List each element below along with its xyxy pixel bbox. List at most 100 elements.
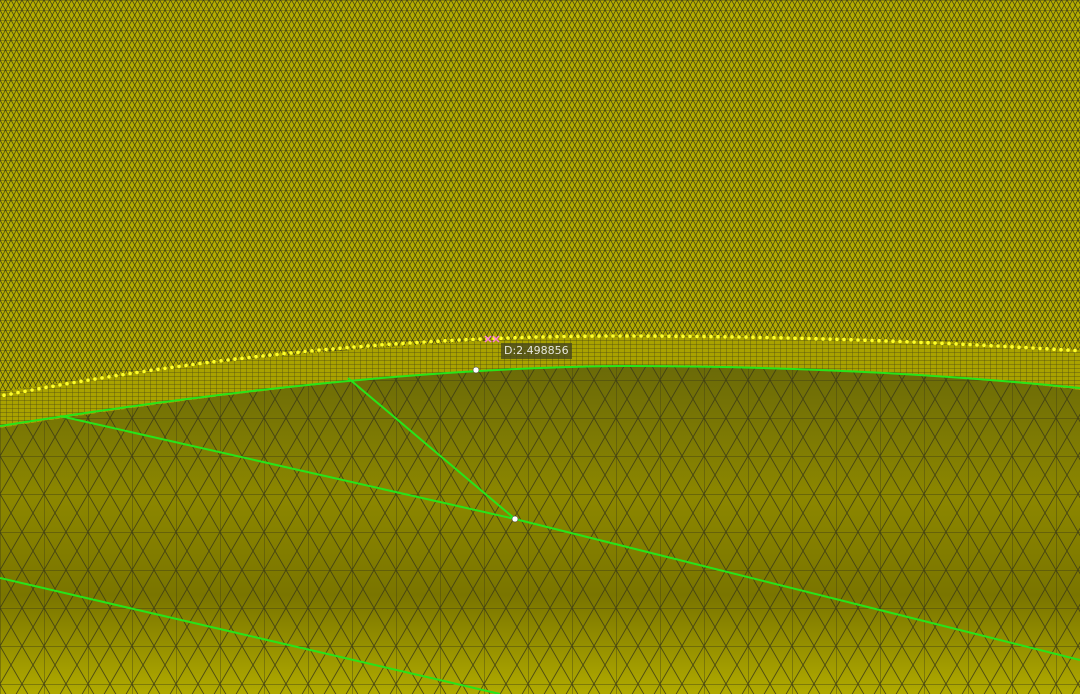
node-marker xyxy=(877,338,881,343)
node-marker xyxy=(212,359,216,364)
node-marker xyxy=(191,362,195,367)
node-marker xyxy=(884,339,888,343)
node-marker xyxy=(9,392,13,396)
node-marker xyxy=(933,341,937,345)
distance-measurement-label: D:2.498856 xyxy=(501,343,572,359)
node-marker xyxy=(709,334,713,339)
node-marker xyxy=(688,334,692,339)
node-marker xyxy=(863,338,867,343)
node-marker xyxy=(569,334,573,339)
node-marker xyxy=(632,334,636,338)
node-marker xyxy=(520,335,524,340)
node-marker xyxy=(44,385,48,390)
node-marker xyxy=(996,344,1000,348)
node-marker xyxy=(653,334,657,338)
node-marker xyxy=(639,334,643,338)
node-marker xyxy=(338,346,342,351)
node-marker xyxy=(541,335,545,339)
vertex-point-top[interactable] xyxy=(472,366,480,374)
node-marker xyxy=(443,339,447,343)
node-marker xyxy=(926,340,930,345)
node-marker xyxy=(226,358,230,362)
node-marker xyxy=(821,337,825,341)
node-marker xyxy=(107,375,111,379)
node-marker xyxy=(464,337,468,342)
node-marker xyxy=(37,386,41,391)
node-marker xyxy=(912,340,916,344)
node-marker xyxy=(618,334,622,338)
node-marker xyxy=(744,335,748,339)
node-marker xyxy=(65,381,69,386)
node-marker xyxy=(548,335,552,339)
node-marker xyxy=(765,335,769,340)
node-marker xyxy=(1073,348,1077,353)
node-marker xyxy=(296,350,300,355)
vertex-point-junction[interactable] xyxy=(511,515,519,523)
node-marker xyxy=(247,355,251,360)
node-marker xyxy=(1045,347,1049,351)
node-marker xyxy=(93,377,97,381)
node-marker xyxy=(254,354,258,359)
node-marker xyxy=(499,336,503,341)
node-marker xyxy=(723,335,727,339)
node-marker xyxy=(408,341,412,345)
node-marker xyxy=(604,334,608,338)
node-marker xyxy=(597,334,601,338)
node-marker xyxy=(968,342,972,347)
node-marker xyxy=(646,334,650,338)
node-marker xyxy=(590,334,594,338)
node-marker xyxy=(828,337,832,341)
node-marker xyxy=(30,388,34,392)
node-marker xyxy=(786,336,790,340)
node-marker xyxy=(835,337,839,342)
node-marker xyxy=(1031,346,1035,350)
node-marker xyxy=(100,376,104,380)
node-marker xyxy=(667,334,671,339)
node-marker xyxy=(1059,347,1063,352)
node-marker xyxy=(611,334,615,338)
node-marker xyxy=(51,384,55,389)
node-marker xyxy=(730,335,734,339)
lower-mesh-surface xyxy=(0,366,1080,694)
node-marker xyxy=(975,343,979,347)
node-marker xyxy=(177,364,181,369)
node-marker xyxy=(79,379,83,384)
node-marker xyxy=(142,369,146,374)
node-marker xyxy=(373,343,377,348)
node-marker xyxy=(457,338,461,342)
node-marker xyxy=(72,380,76,385)
node-marker xyxy=(282,351,286,356)
node-marker xyxy=(233,357,237,361)
node-marker xyxy=(16,390,20,395)
node-marker xyxy=(961,342,965,347)
node-marker xyxy=(695,334,699,339)
node-marker xyxy=(415,340,419,345)
node-marker xyxy=(436,339,440,344)
node-marker xyxy=(394,342,398,346)
node-marker xyxy=(170,365,174,370)
node-marker xyxy=(807,336,811,341)
node-marker xyxy=(114,373,118,378)
node-marker xyxy=(954,342,958,346)
node-marker xyxy=(905,340,909,344)
node-marker xyxy=(198,361,202,366)
node-marker xyxy=(702,334,706,339)
node-marker xyxy=(317,348,321,352)
node-marker xyxy=(919,340,923,345)
node-marker xyxy=(1066,348,1070,352)
node-marker xyxy=(268,353,272,357)
node-marker xyxy=(737,335,741,339)
node-marker xyxy=(450,338,454,343)
node-marker xyxy=(527,335,531,340)
node-marker xyxy=(23,389,27,394)
node-marker xyxy=(275,352,279,357)
node-marker xyxy=(121,372,125,377)
node-marker xyxy=(240,356,244,361)
node-marker xyxy=(660,334,664,338)
node-marker xyxy=(156,367,160,372)
node-marker xyxy=(58,383,62,387)
node-marker xyxy=(366,344,370,348)
node-marker xyxy=(429,339,433,344)
node-marker xyxy=(352,345,356,349)
node-marker xyxy=(1038,346,1042,351)
